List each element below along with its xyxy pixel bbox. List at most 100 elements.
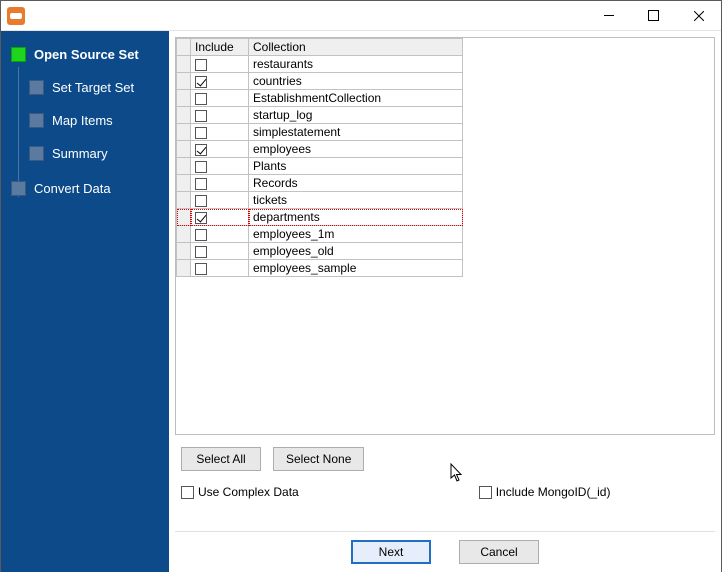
collection-name-cell[interactable]: employees_sample <box>249 260 463 277</box>
table-row[interactable]: employees_old <box>177 243 463 260</box>
step-label: Convert Data <box>34 181 111 196</box>
collection-name-cell[interactable]: employees_old <box>249 243 463 260</box>
collection-name-cell[interactable]: restaurants <box>249 56 463 73</box>
row-header-blank <box>177 39 191 56</box>
options-row: Use Complex Data Include MongoID(_id) <box>175 481 715 513</box>
collection-name-cell[interactable]: EstablishmentCollection <box>249 90 463 107</box>
collection-name-cell[interactable]: employees_1m <box>249 226 463 243</box>
row-header-cell[interactable] <box>177 90 191 107</box>
use-complex-data-checkbox[interactable]: Use Complex Data <box>181 485 299 499</box>
include-cell[interactable] <box>191 226 249 243</box>
wizard-step-open-source-set[interactable]: Open Source Set <box>1 43 169 66</box>
collection-name-cell[interactable]: simplestatement <box>249 124 463 141</box>
window-maximize-button[interactable] <box>631 1 676 31</box>
column-header-include[interactable]: Include <box>191 39 249 56</box>
table-row[interactable]: employees_1m <box>177 226 463 243</box>
wizard-step-set-target-set[interactable]: Set Target Set <box>1 76 169 99</box>
include-cell[interactable] <box>191 107 249 124</box>
selection-buttons-row: Select All Select None <box>175 443 715 481</box>
wizard-step-convert-data[interactable]: Convert Data <box>1 177 169 200</box>
collection-name-cell[interactable]: employees <box>249 141 463 158</box>
row-header-cell[interactable] <box>177 209 191 226</box>
row-header-cell[interactable] <box>177 73 191 90</box>
include-checkbox[interactable] <box>195 127 207 139</box>
step-marker-icon <box>11 181 26 196</box>
table-row[interactable]: Plants <box>177 158 463 175</box>
table-row[interactable]: countries <box>177 73 463 90</box>
include-checkbox[interactable] <box>195 144 207 156</box>
step-label: Summary <box>52 146 108 161</box>
step-label: Map Items <box>52 113 113 128</box>
include-cell[interactable] <box>191 124 249 141</box>
step-marker-icon <box>29 146 44 161</box>
cancel-button[interactable]: Cancel <box>459 540 539 564</box>
row-header-cell[interactable] <box>177 56 191 73</box>
column-header-collection[interactable]: Collection <box>249 39 463 56</box>
include-cell[interactable] <box>191 158 249 175</box>
window-titlebar <box>1 1 721 31</box>
collection-name-cell[interactable]: tickets <box>249 192 463 209</box>
table-row[interactable]: simplestatement <box>177 124 463 141</box>
select-all-button[interactable]: Select All <box>181 447 261 471</box>
row-header-cell[interactable] <box>177 243 191 260</box>
step-label: Open Source Set <box>34 47 139 62</box>
include-cell[interactable] <box>191 90 249 107</box>
use-complex-data-label: Use Complex Data <box>198 485 299 499</box>
row-header-cell[interactable] <box>177 141 191 158</box>
window-minimize-button[interactable] <box>586 1 631 31</box>
row-header-cell[interactable] <box>177 124 191 141</box>
include-cell[interactable] <box>191 141 249 158</box>
include-checkbox[interactable] <box>195 195 207 207</box>
wizard-sidebar: Open Source Set Set Target Set Map Items Su… <box>1 31 169 572</box>
include-cell[interactable] <box>191 260 249 277</box>
table-row[interactable]: employees <box>177 141 463 158</box>
window-close-button[interactable] <box>676 1 721 31</box>
collection-name-cell[interactable]: Records <box>249 175 463 192</box>
include-cell[interactable] <box>191 175 249 192</box>
include-cell[interactable] <box>191 243 249 260</box>
step-label: Set Target Set <box>52 80 134 95</box>
row-header-cell[interactable] <box>177 107 191 124</box>
collection-name-cell[interactable]: countries <box>249 73 463 90</box>
table-row[interactable]: departments <box>177 209 463 226</box>
include-cell[interactable] <box>191 209 249 226</box>
collection-name-cell[interactable]: departments <box>249 209 463 226</box>
wizard-nav-row: Next Cancel <box>175 531 715 566</box>
include-checkbox[interactable] <box>195 178 207 190</box>
include-mongo-id-label: Include MongoID(_id) <box>496 485 611 499</box>
collection-name-cell[interactable]: startup_log <box>249 107 463 124</box>
row-header-cell[interactable] <box>177 175 191 192</box>
table-row[interactable]: employees_sample <box>177 260 463 277</box>
row-header-cell[interactable] <box>177 226 191 243</box>
row-header-cell[interactable] <box>177 158 191 175</box>
include-mongo-id-checkbox[interactable]: Include MongoID(_id) <box>479 485 611 499</box>
collections-table-wrap: Include Collection restaurantscountriesE… <box>175 37 715 435</box>
step-marker-icon <box>29 113 44 128</box>
step-marker-icon <box>11 47 26 62</box>
include-checkbox[interactable] <box>195 212 207 224</box>
include-checkbox[interactable] <box>195 246 207 258</box>
collection-name-cell[interactable]: Plants <box>249 158 463 175</box>
include-checkbox[interactable] <box>195 93 207 105</box>
step-marker-icon <box>29 80 44 95</box>
include-checkbox[interactable] <box>195 76 207 88</box>
table-row[interactable]: startup_log <box>177 107 463 124</box>
include-cell[interactable] <box>191 73 249 90</box>
include-checkbox[interactable] <box>195 59 207 71</box>
table-row[interactable]: restaurants <box>177 56 463 73</box>
row-header-cell[interactable] <box>177 192 191 209</box>
include-checkbox[interactable] <box>195 263 207 275</box>
row-header-cell[interactable] <box>177 260 191 277</box>
include-checkbox[interactable] <box>195 229 207 241</box>
include-checkbox[interactable] <box>195 110 207 122</box>
include-cell[interactable] <box>191 56 249 73</box>
table-row[interactable]: Records <box>177 175 463 192</box>
wizard-step-map-items[interactable]: Map Items <box>1 109 169 132</box>
table-row[interactable]: tickets <box>177 192 463 209</box>
wizard-step-summary[interactable]: Summary <box>1 142 169 165</box>
table-row[interactable]: EstablishmentCollection <box>177 90 463 107</box>
include-checkbox[interactable] <box>195 161 207 173</box>
select-none-button[interactable]: Select None <box>273 447 364 471</box>
include-cell[interactable] <box>191 192 249 209</box>
next-button[interactable]: Next <box>351 540 431 564</box>
